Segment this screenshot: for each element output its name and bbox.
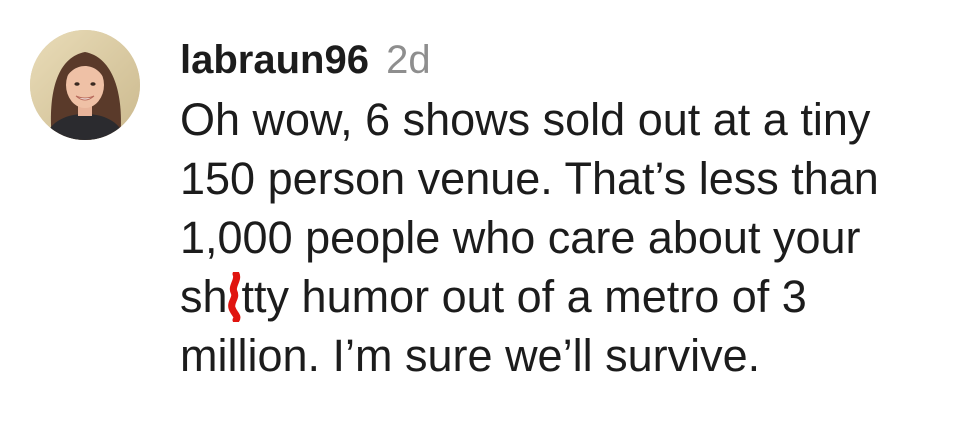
censored-line-rest: tty humor out of a metro of 3 xyxy=(241,271,807,322)
comment-line: Oh wow, 6 shows sold out at a tiny xyxy=(180,94,871,145)
user-avatar[interactable] xyxy=(30,30,140,140)
avatar-photo-icon xyxy=(30,30,140,140)
comment-header: labraun96 2d xyxy=(180,32,960,88)
comment-line: 1,000 people who care about your xyxy=(180,212,861,263)
comment: labraun96 2d Oh wow, 6 shows sold out at… xyxy=(0,0,980,425)
comment-line: million. I’m sure we’ll survive. xyxy=(180,330,761,381)
comment-body: labraun96 2d Oh wow, 6 shows sold out at… xyxy=(180,32,960,385)
username[interactable]: labraun96 xyxy=(180,38,369,82)
comment-text: Oh wow, 6 shows sold out at a tiny 150 p… xyxy=(180,90,960,385)
red-censor-mark-icon xyxy=(227,272,242,322)
timestamp: 2d xyxy=(386,38,431,82)
comment-line: 150 person venue. That’s less than xyxy=(180,153,879,204)
censored-word-start: sh xyxy=(180,271,228,322)
comment-line-censored: sh tty humor out of a metro of 3 xyxy=(180,267,960,326)
